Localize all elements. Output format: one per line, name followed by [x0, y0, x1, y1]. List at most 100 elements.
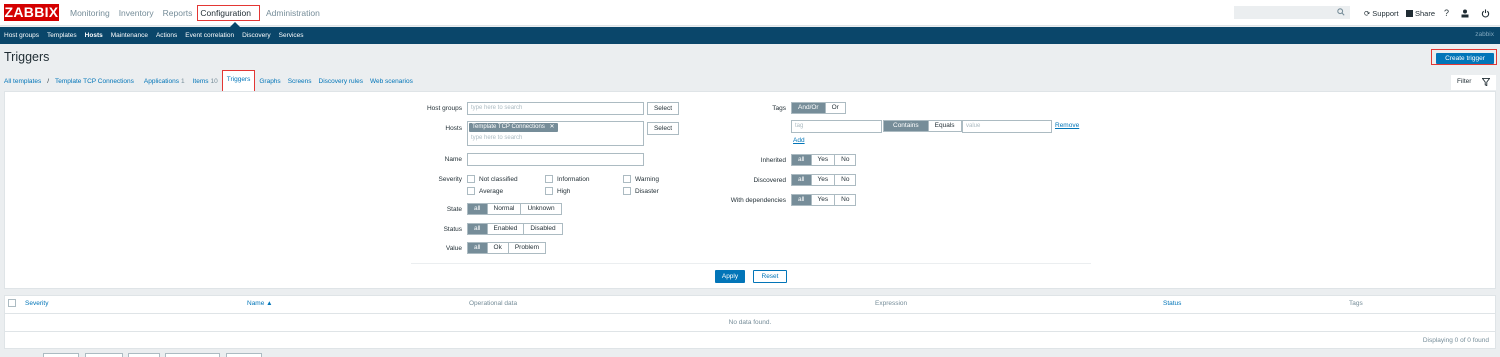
state-label: State	[446, 206, 462, 213]
tag-op-contains[interactable]: Contains	[884, 121, 928, 131]
menu-monitoring[interactable]: Monitoring	[70, 8, 110, 18]
tag-value-input[interactable]: value	[962, 120, 1052, 133]
status-label: Status	[443, 226, 462, 233]
inherited-all[interactable]: all	[792, 155, 811, 165]
state-normal[interactable]: Normal	[486, 204, 521, 214]
support-label: Support	[1372, 8, 1399, 18]
with-dependencies-no[interactable]: No	[834, 195, 856, 205]
severity-disaster-label: Disaster	[635, 187, 659, 195]
tag-name-input[interactable]: tag	[791, 120, 882, 133]
tab-items[interactable]: Items	[193, 78, 209, 85]
severity-not-classified-label: Not classified	[479, 175, 518, 183]
tag-add-link[interactable]: Add	[793, 137, 805, 144]
applications-count: 1	[180, 77, 185, 85]
global-search-input[interactable]	[1234, 6, 1350, 19]
host-groups-input[interactable]: type here to search	[467, 102, 644, 115]
submenu-host-groups[interactable]: Host groups	[4, 32, 39, 39]
discovered-no[interactable]: No	[834, 175, 856, 185]
checkbox-icon	[467, 175, 475, 183]
column-name[interactable]: Name ▲	[247, 300, 273, 307]
submenu-event-correlation[interactable]: Event correlation	[185, 32, 234, 39]
state-unknown[interactable]: Unknown	[520, 204, 561, 214]
menu-inventory[interactable]: Inventory	[119, 8, 154, 18]
filter-panel: Host groups type here to search Select H…	[4, 91, 1496, 289]
filter-divider	[411, 263, 1091, 264]
status-disabled[interactable]: Disabled	[523, 224, 562, 234]
submenu-templates[interactable]: Templates	[47, 32, 77, 39]
tag-remove-link[interactable]: Remove	[1055, 122, 1079, 129]
inherited-yes[interactable]: Yes	[810, 155, 835, 165]
submenu-discovery[interactable]: Discovery	[242, 32, 271, 39]
support-icon: ⟳	[1364, 8, 1371, 18]
tab-web-scenarios[interactable]: Web scenarios	[370, 78, 413, 85]
server-name: zabbix	[1475, 31, 1494, 38]
discovered-all[interactable]: all	[792, 175, 811, 185]
mass-action-button[interactable]	[85, 353, 123, 357]
select-all-checkbox[interactable]	[8, 299, 16, 307]
tab-graphs[interactable]: Graphs	[259, 78, 280, 85]
severity-average[interactable]: Average	[467, 187, 503, 195]
value-all[interactable]: all	[468, 243, 487, 253]
host-groups-label: Host groups	[426, 105, 462, 112]
discovered-yes[interactable]: Yes	[810, 175, 835, 185]
name-label: Name	[444, 156, 462, 163]
hosts-select-button[interactable]: Select	[647, 122, 679, 135]
tag-op-equals[interactable]: Equals	[927, 121, 961, 131]
tab-screens[interactable]: Screens	[288, 78, 312, 85]
severity-disaster[interactable]: Disaster	[623, 187, 659, 195]
value-ok[interactable]: Ok	[486, 243, 508, 253]
name-input[interactable]	[467, 153, 644, 166]
submenu-actions[interactable]: Actions	[156, 32, 177, 39]
mass-action-button[interactable]	[43, 353, 79, 357]
support-link[interactable]: ⟳ Support	[1364, 0, 1399, 26]
status-enabled[interactable]: Enabled	[486, 224, 524, 234]
mass-action-button[interactable]	[128, 353, 160, 357]
status-all[interactable]: all	[468, 224, 487, 234]
breadcrumb-all-templates[interactable]: All templates	[4, 78, 41, 85]
column-status[interactable]: Status	[1163, 300, 1181, 307]
user-icon[interactable]	[1461, 0, 1469, 26]
reset-button[interactable]: Reset	[753, 270, 787, 283]
submenu-services[interactable]: Services	[279, 32, 304, 39]
create-trigger-button[interactable]: Create trigger	[1436, 53, 1494, 64]
column-operational-data: Operational data	[469, 300, 518, 307]
menu-administration[interactable]: Administration	[266, 8, 320, 18]
tab-applications[interactable]: Applications	[144, 78, 179, 85]
menu-configuration-label: Configuration	[200, 8, 251, 18]
tab-discovery-rules[interactable]: Discovery rules	[319, 78, 363, 85]
value-problem[interactable]: Problem	[507, 243, 546, 253]
menu-reports[interactable]: Reports	[163, 8, 193, 18]
submenu-hosts[interactable]: Hosts	[85, 32, 103, 39]
tab-triggers[interactable]: Triggers	[221, 70, 256, 92]
severity-high[interactable]: High	[545, 187, 570, 195]
search-icon[interactable]	[1337, 8, 1345, 18]
with-dependencies-yes[interactable]: Yes	[810, 195, 835, 205]
severity-warning[interactable]: Warning	[623, 175, 659, 183]
severity-warning-label: Warning	[635, 175, 659, 183]
breadcrumb-template[interactable]: Template TCP Connections	[55, 78, 134, 85]
host-groups-select-button[interactable]: Select	[647, 102, 679, 115]
filter-tab[interactable]: Filter	[1451, 75, 1496, 90]
mass-action-button[interactable]	[165, 353, 220, 357]
hosts-chip: Template TCP Connections ✕	[469, 123, 558, 132]
mass-action-button[interactable]	[226, 353, 262, 357]
severity-information[interactable]: Information	[545, 175, 590, 183]
power-icon[interactable]	[1481, 0, 1490, 26]
with-dependencies-all[interactable]: all	[792, 195, 811, 205]
share-link[interactable]: Share	[1406, 0, 1435, 26]
share-label: Share	[1415, 8, 1436, 18]
apply-button[interactable]: Apply	[715, 270, 745, 283]
tags-mode-and-or[interactable]: And/Or	[792, 103, 825, 113]
row-divider	[5, 331, 1495, 332]
column-severity[interactable]: Severity	[25, 300, 48, 307]
tags-mode-or[interactable]: Or	[824, 103, 845, 113]
zabbix-logo[interactable]: ZABBIX	[4, 4, 59, 21]
submenu-maintenance[interactable]: Maintenance	[111, 32, 148, 39]
inherited-no[interactable]: No	[834, 155, 856, 165]
menu-configuration[interactable]: Configuration	[197, 5, 260, 27]
with-dependencies-label: With dependencies	[730, 197, 786, 204]
help-icon[interactable]: ?	[1444, 0, 1449, 26]
remove-chip-icon[interactable]: ✕	[550, 124, 555, 130]
severity-not-classified[interactable]: Not classified	[467, 175, 518, 183]
state-all[interactable]: all	[468, 204, 487, 214]
